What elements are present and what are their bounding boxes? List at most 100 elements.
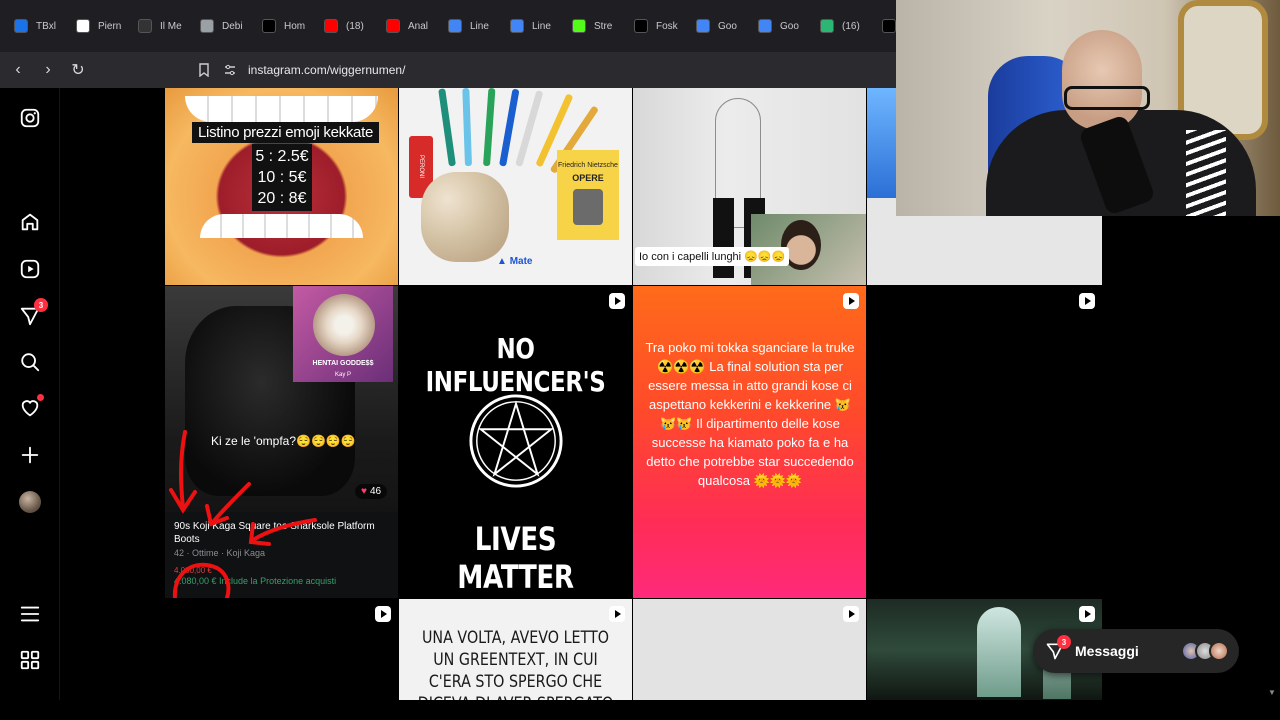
brand-name: Mate (509, 256, 533, 267)
browser-tab[interactable]: Goo (688, 11, 750, 41)
calendar-icon (758, 19, 772, 33)
address-bar[interactable]: instagram.com/wiggernumen/ (196, 58, 405, 82)
cd-cover: HENTAI GODDE$$ Kay P (293, 286, 393, 382)
pen-graphic (438, 88, 456, 167)
post-text: UNA VOLTA, AVEVO LETTO UN GREENTEXT, IN … (418, 628, 614, 700)
avatar (19, 491, 41, 513)
youtube-icon (386, 19, 400, 33)
reload-button[interactable]: ↻ (66, 58, 90, 82)
post-greentext[interactable]: UNA VOLTA, AVEVO LETTO UN GREENTEXT, IN … (399, 599, 632, 700)
reel-icon (1079, 606, 1095, 622)
browser-tab[interactable]: Line (440, 11, 502, 41)
medium-icon (138, 19, 152, 33)
listing-title: 90s Koji Kaga Square toe Sharksole Platf… (174, 521, 375, 545)
jacket-stripes (1186, 130, 1226, 216)
browser-tab[interactable]: Goo (750, 11, 812, 41)
post-headline: LIVES MATTER (457, 520, 574, 596)
browser-tab[interactable]: Debi (192, 11, 254, 41)
post-gradient-text[interactable]: Tra poko mi tokka sganciare la truke ☢️☢… (633, 286, 866, 598)
screen: { "browser": { "tabs": [ {"label": "TBxl… (0, 0, 1280, 720)
messages-label: Messaggi (1075, 643, 1139, 659)
tab-label: Fosk (656, 20, 678, 32)
profile-avatar[interactable] (18, 490, 42, 514)
pen-graphic (499, 88, 520, 167)
post-grey-reel[interactable] (633, 599, 866, 700)
cd-title: HENTAI GODDE$$ (312, 360, 374, 367)
menu-icon[interactable] (18, 602, 42, 626)
price-line: 5 : 2.5€ (255, 148, 309, 165)
direct-messages-icon: 3 (1045, 635, 1071, 661)
post-black-reel[interactable] (867, 286, 1102, 598)
tab-label: (18) (346, 20, 364, 32)
bookmark-icon[interactable] (196, 62, 212, 78)
pentagram-icon (469, 394, 563, 488)
brand-label: ▲ Mate (497, 256, 533, 267)
notification-badge: 3 (34, 298, 48, 312)
heart-icon: ♥ (361, 486, 367, 497)
listing-price: 4.000,00 € (174, 566, 212, 575)
post-headline: NO INFLUENCER'S (425, 332, 606, 398)
instagram-sidebar: 3 (0, 88, 60, 700)
post-no-influencers[interactable]: NO INFLUENCER'S LIVES MATTER (399, 286, 632, 598)
post-black-reel[interactable] (165, 599, 398, 700)
reel-icon (1079, 293, 1095, 309)
blue-light-graphic (867, 88, 897, 198)
google-icon (510, 19, 524, 33)
listing-subtitle: 42 · Ottime · Koji Kaga (174, 548, 266, 558)
search-icon[interactable] (18, 350, 42, 374)
browser-tab[interactable]: TBxl (6, 11, 68, 41)
cd-artist: Kay P (334, 372, 351, 378)
post-emoji-price-list[interactable]: Listino prezzi emoji kekkate 5 : 2.5€ 10… (165, 88, 398, 285)
book-cover: Friedrich Nietzsche OPERE (557, 150, 619, 240)
scroll-down-icon[interactable]: ▼ (1268, 688, 1278, 698)
listing-info: 90s Koji Kaga Square toe Sharksole Platf… (165, 512, 398, 598)
pen-graphic (483, 88, 496, 167)
wikipedia-icon (76, 19, 90, 33)
kick-icon (572, 19, 586, 33)
likes-counter: ♥ 46 (355, 484, 388, 499)
listing-total-price: 4.080,00 € Include la Protezione acquist… (174, 576, 337, 586)
youtube-icon (324, 19, 338, 33)
browser-tab[interactable]: Piern (68, 11, 130, 41)
bread-crumbs-graphic (421, 172, 509, 262)
disc-graphic (313, 294, 375, 356)
site-settings-icon[interactable] (222, 62, 238, 78)
browser-tab[interactable]: Hom (254, 11, 316, 41)
browser-tab[interactable]: Stre (564, 11, 626, 41)
url-text[interactable]: instagram.com/wiggernumen/ (248, 63, 405, 77)
browser-tab[interactable]: (18) (316, 11, 378, 41)
activity-dot (37, 394, 44, 401)
tab-label: Il Me (160, 20, 182, 32)
reel-icon (843, 606, 859, 622)
instagram-logo-icon[interactable] (18, 106, 42, 130)
tab-label: Hom (284, 20, 306, 32)
openai-icon (200, 19, 214, 33)
reels-icon[interactable] (18, 257, 42, 281)
browser-tab[interactable]: Anal (378, 11, 440, 41)
post-platform-boots[interactable]: HENTAI GODDE$$ Kay P Ki ze le 'ompfa?😌😌😌… (165, 286, 398, 598)
apps-grid-icon[interactable] (18, 648, 42, 672)
reel-icon (843, 293, 859, 309)
pen-graphic (462, 88, 472, 167)
drive-icon (14, 19, 28, 33)
direct-messages-icon[interactable]: 3 (18, 298, 48, 328)
browser-tab[interactable]: Line (502, 11, 564, 41)
create-icon[interactable] (18, 443, 42, 467)
teeth-graphic (185, 96, 378, 122)
post-sketch-long-hair[interactable]: Io con i capelli lunghi 😞😞😞 (633, 88, 866, 285)
post-text: Tra poko mi tokka sganciare la truke ☢️☢… (645, 340, 855, 488)
back-button[interactable]: ‹ (6, 58, 30, 82)
browser-tab[interactable]: Il Me (130, 11, 192, 41)
browser-tab[interactable]: Fosk (626, 11, 688, 41)
home-icon[interactable] (18, 210, 42, 234)
chat-icon (820, 19, 834, 33)
post-pens-and-books[interactable]: PERONI Friedrich Nietzsche OPERE ▲ Mate (399, 88, 632, 285)
messages-button[interactable]: 3 Messaggi (1033, 629, 1239, 673)
browser-tab[interactable]: (16) (812, 11, 874, 41)
forward-button[interactable]: › (36, 58, 60, 82)
tab-label: Goo (718, 20, 737, 32)
avatar (1209, 641, 1229, 661)
price-line: 20 : 8€ (257, 190, 307, 207)
post-caption: Listino prezzi emoji kekkate (192, 122, 380, 143)
heart-icon[interactable] (18, 394, 44, 420)
